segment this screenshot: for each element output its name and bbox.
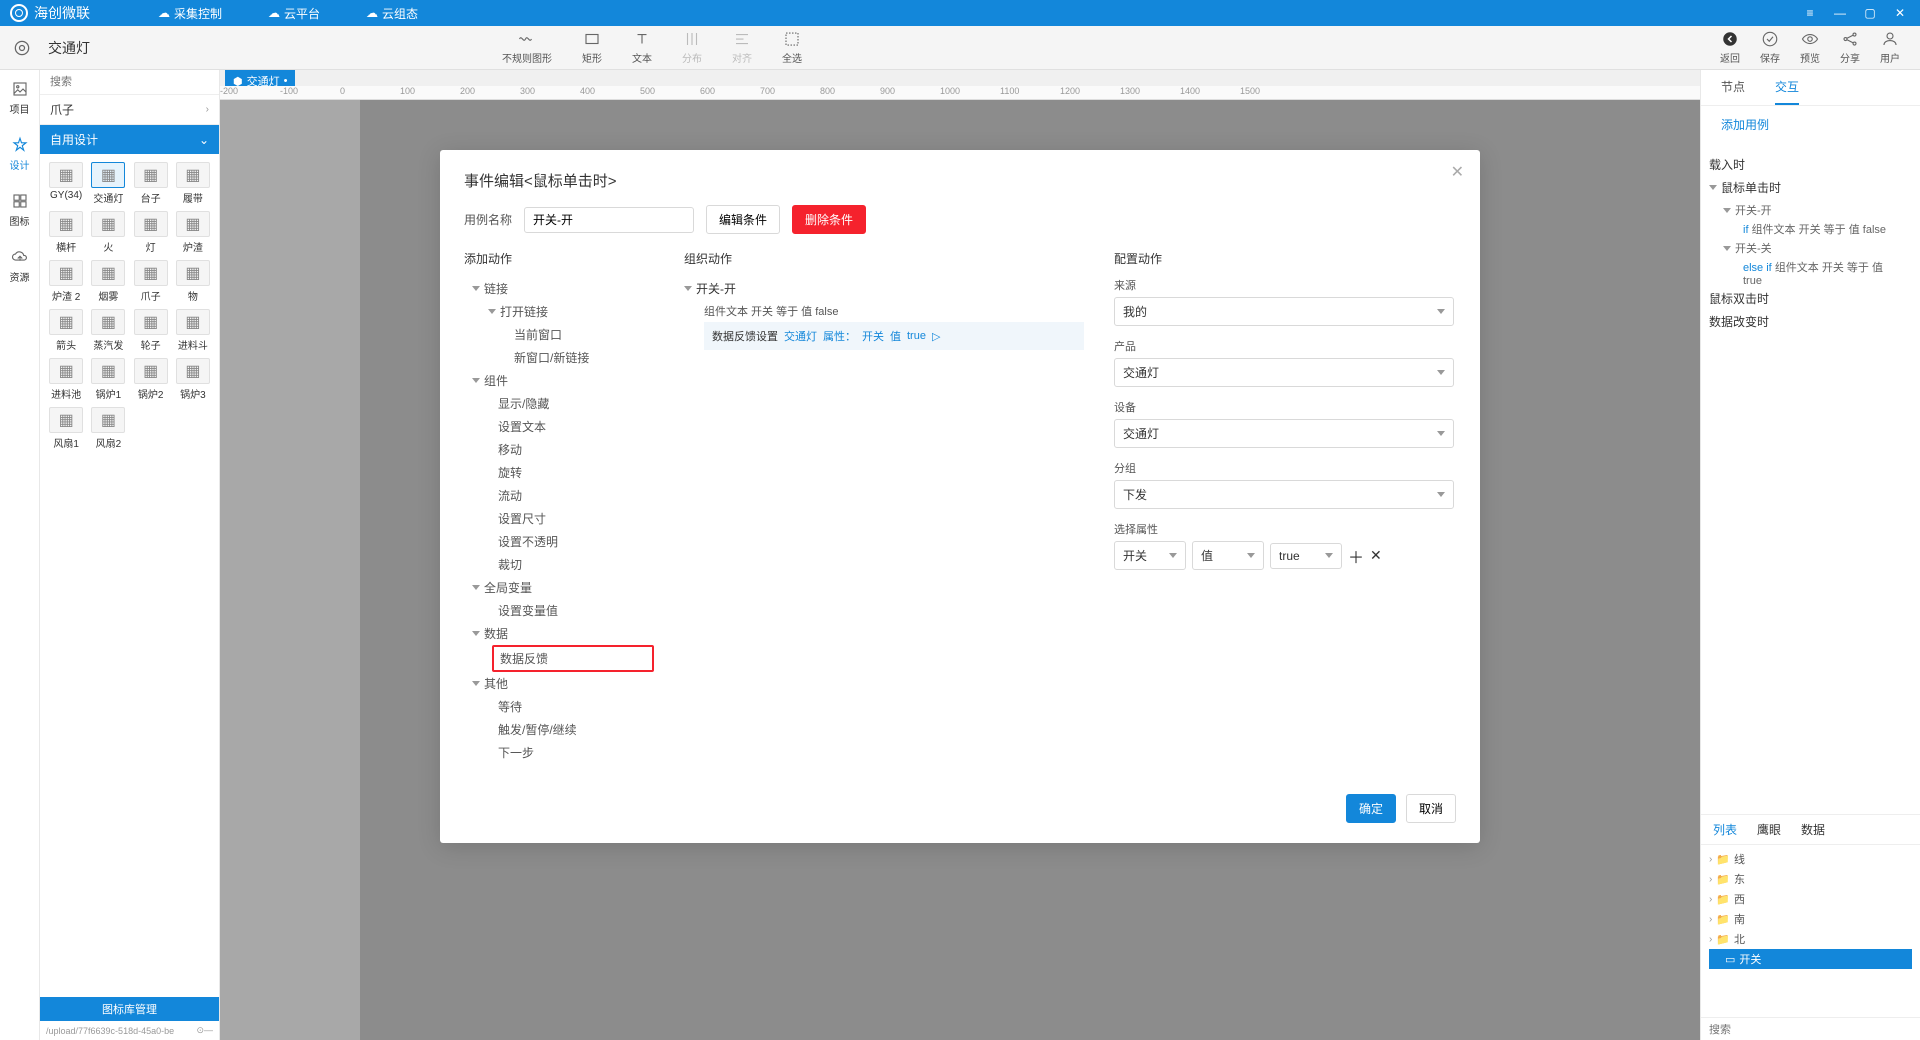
action-wait[interactable]: 等待: [472, 695, 654, 718]
caret-icon: [472, 631, 480, 636]
cat-global[interactable]: 全局变量: [472, 576, 654, 599]
cat-component[interactable]: 组件: [472, 369, 654, 392]
cat-other[interactable]: 其他: [472, 672, 654, 695]
case-name-input[interactable]: [524, 207, 694, 233]
action-rotate[interactable]: 旋转: [472, 461, 654, 484]
caret-icon: [488, 309, 496, 314]
device-select[interactable]: 交通灯: [1114, 419, 1454, 448]
attr-label: 选择属性: [1114, 521, 1454, 537]
cat-open-link[interactable]: 打开链接: [472, 300, 654, 323]
caret-icon: [684, 286, 692, 291]
caret-icon: [472, 585, 480, 590]
action-next[interactable]: 下一步: [472, 741, 654, 764]
name-label: 用例名称: [464, 211, 512, 228]
modal-close-button[interactable]: ✕: [1451, 162, 1464, 182]
product-label: 产品: [1114, 338, 1454, 354]
chevron-down-icon: [1247, 553, 1255, 558]
col-org-header: 组织动作: [684, 250, 1084, 267]
edit-condition-button[interactable]: 编辑条件: [706, 205, 780, 234]
chevron-down-icon: [1169, 553, 1177, 558]
action-flow[interactable]: 流动: [472, 484, 654, 507]
org-root[interactable]: 开关-开: [684, 277, 1084, 300]
play-icon[interactable]: ▷: [932, 330, 940, 343]
col-add-action-header: 添加动作: [464, 250, 654, 267]
caret-icon: [472, 286, 480, 291]
group-label: 分组: [1114, 460, 1454, 476]
chevron-down-icon: [1325, 553, 1333, 558]
source-select[interactable]: 我的: [1114, 297, 1454, 326]
action-opacity[interactable]: 设置不透明: [472, 530, 654, 553]
action-set-var[interactable]: 设置变量值: [472, 599, 654, 622]
action-cur-win[interactable]: 当前窗口: [472, 323, 654, 346]
org-action-row[interactable]: 数据反馈设置 交通灯 属性： 开关 值 true ▷: [704, 322, 1084, 350]
action-size[interactable]: 设置尺寸: [472, 507, 654, 530]
org-condition: 组件文本 开关 等于 值 false: [684, 300, 1084, 322]
action-crop[interactable]: 裁切: [472, 553, 654, 576]
ok-button[interactable]: 确定: [1346, 794, 1396, 823]
action-trigger[interactable]: 触发/暂停/继续: [472, 718, 654, 741]
attr-unit-select[interactable]: 值: [1192, 541, 1264, 570]
chevron-down-icon: [1437, 431, 1445, 436]
modal-mask: ✕ 事件编辑<鼠标单击时> 用例名称 编辑条件 删除条件 添加动作 链接 打开链…: [0, 0, 1920, 1040]
event-edit-modal: ✕ 事件编辑<鼠标单击时> 用例名称 编辑条件 删除条件 添加动作 链接 打开链…: [440, 150, 1480, 843]
action-move[interactable]: 移动: [472, 438, 654, 461]
plus-icon[interactable]: ＋: [1348, 544, 1364, 568]
delete-condition-button[interactable]: 删除条件: [792, 205, 866, 234]
chevron-down-icon: [1437, 309, 1445, 314]
chevron-down-icon: [1437, 492, 1445, 497]
cancel-button[interactable]: 取消: [1406, 794, 1456, 823]
attr-val-select[interactable]: true: [1270, 543, 1342, 569]
action-show-hide[interactable]: 显示/隐藏: [472, 392, 654, 415]
caret-icon: [472, 681, 480, 686]
action-data-feedback[interactable]: 数据反馈: [492, 645, 654, 672]
cat-link[interactable]: 链接: [472, 277, 654, 300]
chevron-down-icon: [1437, 370, 1445, 375]
remove-icon[interactable]: ✕: [1370, 547, 1382, 564]
device-label: 设备: [1114, 399, 1454, 415]
group-select[interactable]: 下发: [1114, 480, 1454, 509]
attr-key-select[interactable]: 开关: [1114, 541, 1186, 570]
action-new-win[interactable]: 新窗口/新链接: [472, 346, 654, 369]
cat-data[interactable]: 数据: [472, 622, 654, 645]
modal-title: 事件编辑<鼠标单击时>: [464, 170, 1456, 191]
caret-icon: [472, 378, 480, 383]
product-select[interactable]: 交通灯: [1114, 358, 1454, 387]
source-label: 来源: [1114, 277, 1454, 293]
action-set-text[interactable]: 设置文本: [472, 415, 654, 438]
col-cfg-header: 配置动作: [1114, 250, 1454, 267]
